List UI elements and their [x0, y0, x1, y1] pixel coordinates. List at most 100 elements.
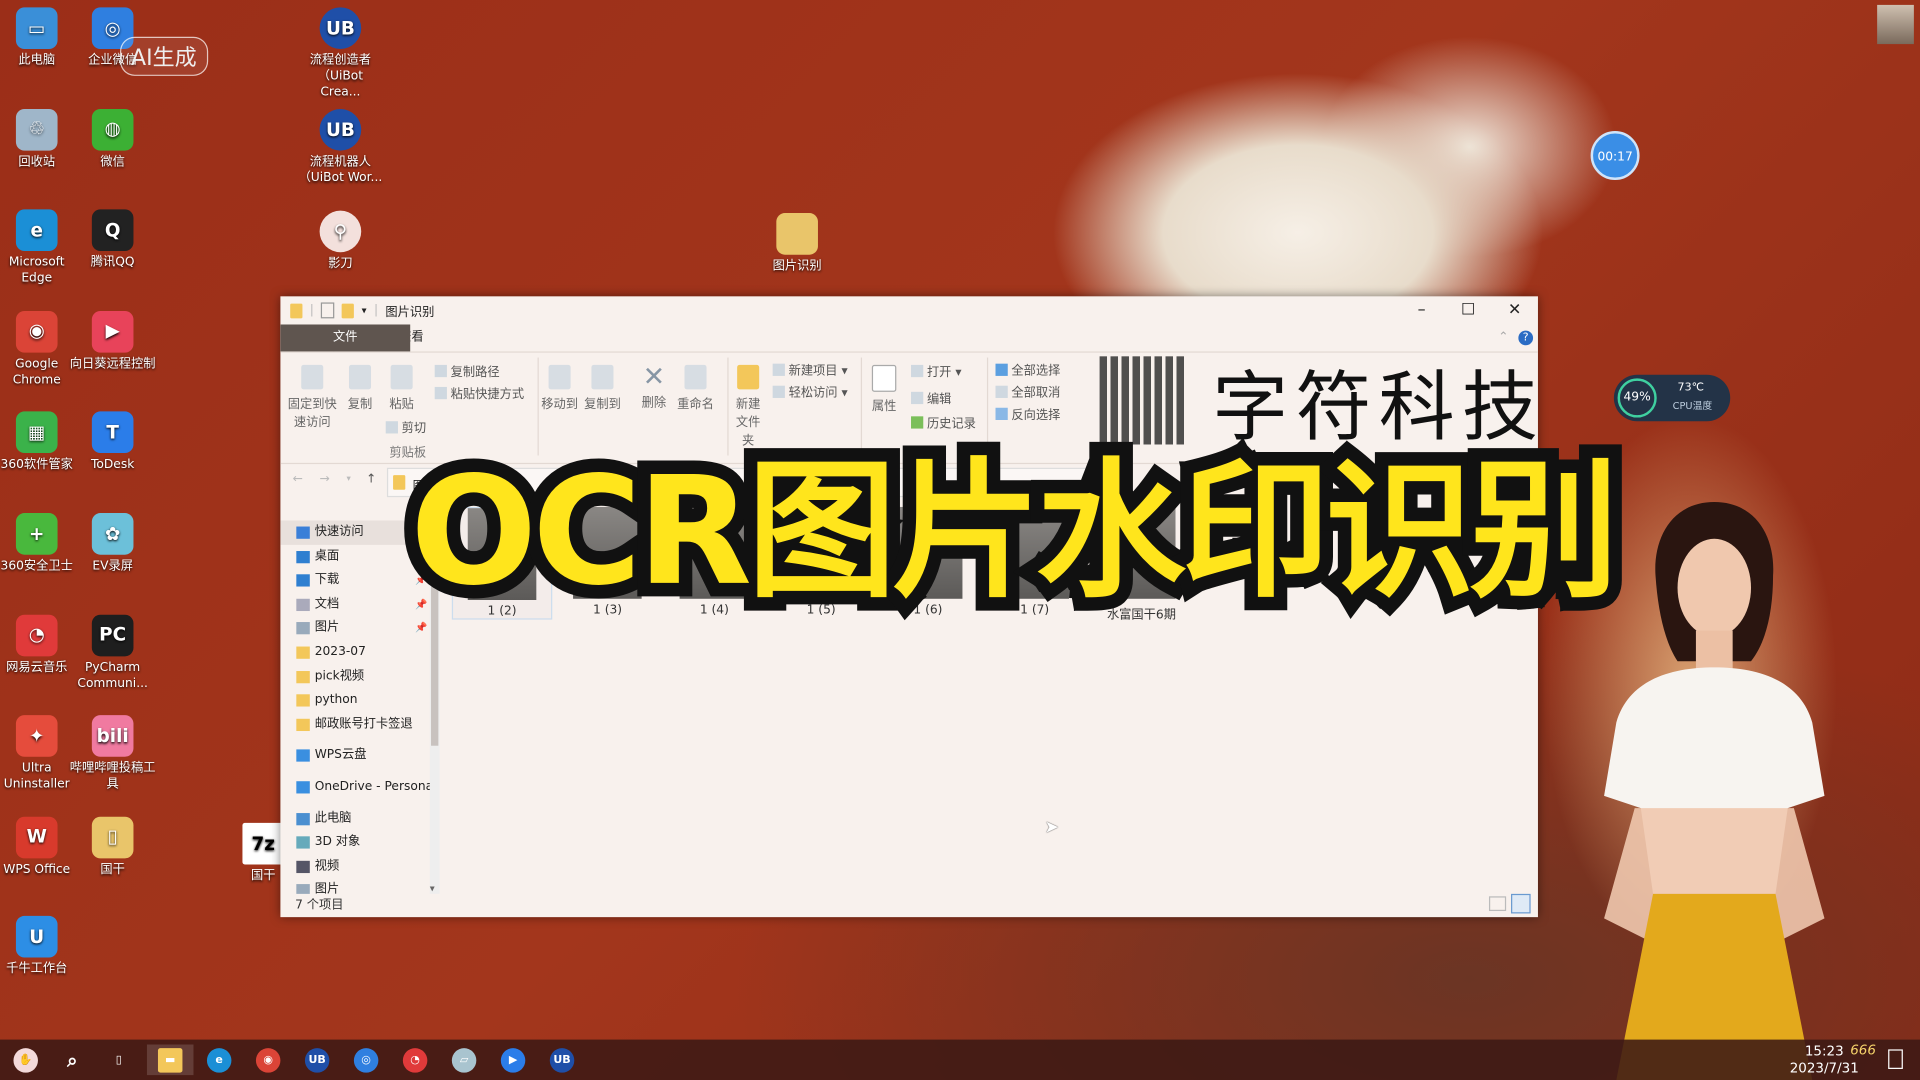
desktop-icon[interactable]: e Microsoft Edge	[0, 209, 80, 287]
desktop-icon[interactable]: UB 流程机器人（UiBot Wor...	[298, 108, 384, 186]
task-view-button[interactable]: ▯	[96, 1044, 143, 1075]
start-button[interactable]: ✋	[2, 1044, 49, 1075]
system-clock[interactable]: 15:23 2023/7/31	[1790, 1043, 1859, 1077]
desktop-icon-label: Google Chrome	[12, 357, 61, 387]
desktop-icon[interactable]: ◔ 网易云音乐	[0, 614, 80, 675]
large-icons-view-icon[interactable]	[1511, 893, 1531, 914]
desktop-icon[interactable]: W WPS Office	[0, 816, 80, 877]
taskbar-app-video-app[interactable]: ▶	[490, 1044, 537, 1075]
desktop-icon[interactable]: ⚲ 影刀	[298, 210, 384, 272]
desktop-icon[interactable]: ▦ 360软件管家	[0, 411, 80, 473]
cpu-widget[interactable]: 49% 73℃ CPU温度	[1613, 374, 1731, 422]
maximize-button[interactable]: ☐	[1445, 296, 1492, 324]
mouse-cursor-icon: ➤	[1044, 817, 1059, 838]
desktop-icon[interactable]: bili 哔哩哔哩投稿工具	[70, 715, 156, 792]
nav-item[interactable]: 图片	[280, 878, 437, 894]
copy-button[interactable]: 复制	[344, 364, 376, 411]
help-icon[interactable]: ?	[1518, 330, 1534, 346]
desktop-icon[interactable]: U 千牛工作台	[0, 915, 80, 977]
desktop-icon-label: 千牛工作台	[6, 962, 68, 976]
taskbar-app-edge[interactable]: e	[196, 1044, 243, 1075]
desktop-icon[interactable]: PC PyCharm Communi...	[70, 614, 156, 691]
properties-icon	[871, 364, 897, 392]
desktop-icon-label: 腾讯QQ	[90, 256, 135, 270]
desktop-icon[interactable]: ▯ 国干	[70, 816, 156, 877]
taskbar-app-notes[interactable]: ▱	[441, 1044, 488, 1075]
desktop-icon[interactable]: ✿ EV录屏	[70, 513, 156, 574]
wecom-icon: ◎	[353, 1047, 379, 1073]
select-none-icon	[995, 385, 1008, 398]
nav-item[interactable]: python	[280, 688, 437, 712]
forward-icon[interactable]: →	[320, 473, 330, 486]
tab-file[interactable]: 文件	[280, 324, 411, 352]
nav-item[interactable]: 3D 对象	[280, 830, 437, 854]
desktop-icon[interactable]: +360安全卫士	[0, 513, 80, 574]
app-icon: U	[15, 915, 58, 958]
desktop-icon-label: 影刀	[328, 257, 353, 271]
properties-button[interactable]: 属性	[866, 364, 903, 414]
copy-path-button[interactable]: 复制路径	[434, 361, 500, 380]
move-to-button[interactable]: 移动到	[540, 364, 579, 411]
copy-to-button[interactable]: 复制到	[582, 364, 624, 411]
edit-button[interactable]: 编辑	[911, 388, 951, 407]
desktop-icon[interactable]: ▶ 向日葵远程控制	[70, 310, 156, 372]
taskbar-app-file-explorer[interactable]: ▬	[146, 1044, 194, 1076]
desktop-icon-label: 微信	[100, 155, 125, 169]
app-icon: ⚲	[319, 210, 362, 253]
delete-button[interactable]: ✕ 删除	[636, 364, 673, 410]
taskbar-app-uibot-creator[interactable]: UB	[294, 1044, 341, 1075]
desktop-icon[interactable]: ♲ 回收站	[0, 108, 80, 169]
details-view-icon[interactable]	[1488, 896, 1507, 912]
rename-button[interactable]: 重命名	[675, 364, 717, 411]
desktop-icon[interactable]: ◉ Google Chrome	[0, 310, 80, 388]
desktop-icon[interactable]: ▭ 此电脑	[0, 7, 80, 68]
desktop-icon[interactable]: T ToDesk	[70, 411, 156, 473]
timer-bubble[interactable]: 00:17	[1590, 131, 1640, 181]
taskbar-app-wecom[interactable]: ◎	[343, 1044, 390, 1075]
nav-item[interactable]: OneDrive - Personal	[280, 775, 437, 799]
close-button[interactable]: ✕	[1491, 296, 1538, 324]
show-desktop-button[interactable]	[1888, 1049, 1903, 1069]
select-none-button[interactable]: 全部取消	[995, 382, 1060, 400]
easy-access-button[interactable]: 轻松访问 ▾	[772, 382, 848, 400]
scroll-down-icon[interactable]: ▾	[430, 883, 435, 894]
ai-generated-badge: AI生成	[120, 36, 208, 76]
uibot-creator-icon: UB	[304, 1047, 330, 1073]
desktop-icon[interactable]: ✦ Ultra Uninstaller	[0, 715, 80, 792]
desktop-icon[interactable]: UB 流程创造者（UiBot Crea...	[298, 7, 384, 100]
desktop-icon-label: 流程创造者（UiBot Crea...	[309, 53, 372, 100]
nav-item[interactable]: WPS云盘	[280, 744, 437, 768]
pin-to-quick-access-button[interactable]: 固定到快速访问	[285, 364, 339, 430]
scissors-icon	[385, 421, 398, 434]
back-icon[interactable]: ←	[293, 473, 303, 486]
taskbar-app-netease-music[interactable]: ◔	[392, 1044, 439, 1075]
new-item-button[interactable]: 新建项目 ▾	[772, 360, 848, 378]
nav-item[interactable]: 2023-07	[280, 640, 437, 664]
user-avatar[interactable]	[1877, 4, 1914, 45]
paste-button[interactable]: 粘贴	[386, 364, 418, 411]
picture-icon	[296, 622, 310, 635]
up-icon[interactable]: ↑	[366, 473, 376, 486]
video-app-icon: ▶	[500, 1047, 526, 1073]
taskbar-app-uibot-worker[interactable]: UB	[539, 1044, 586, 1075]
select-all-button[interactable]: 全部选择	[995, 360, 1060, 378]
quick-access-dropdown-icon[interactable]: ▾	[362, 305, 367, 316]
nav-item[interactable]: 此电脑	[280, 806, 437, 830]
nav-item[interactable]: 邮政账号打卡签退	[280, 712, 437, 736]
desktop-icon[interactable]: Q 腾讯QQ	[70, 209, 156, 271]
nav-item[interactable]: pick视频	[280, 664, 437, 688]
taskbar-app-chrome[interactable]: ◉	[245, 1044, 292, 1075]
search-button[interactable]: ⌕	[49, 1044, 96, 1075]
nav-item[interactable]: 视频	[280, 854, 437, 878]
recent-dropdown-icon[interactable]: ▾	[347, 474, 351, 484]
desktop-icon[interactable]: ◍ 微信	[70, 108, 156, 169]
desktop-icon-picture-folder[interactable]: 图片识别	[754, 213, 840, 274]
app-icon: e	[15, 209, 58, 252]
paste-shortcut-button[interactable]: 粘贴快捷方式	[434, 383, 524, 402]
new-folder-quick-icon[interactable]	[342, 303, 355, 318]
open-button[interactable]: 打开 ▾	[911, 361, 961, 380]
minimize-button[interactable]: –	[1398, 296, 1445, 324]
properties-quick-icon[interactable]	[321, 302, 335, 319]
desktop-icon-label: 国干	[100, 863, 125, 877]
